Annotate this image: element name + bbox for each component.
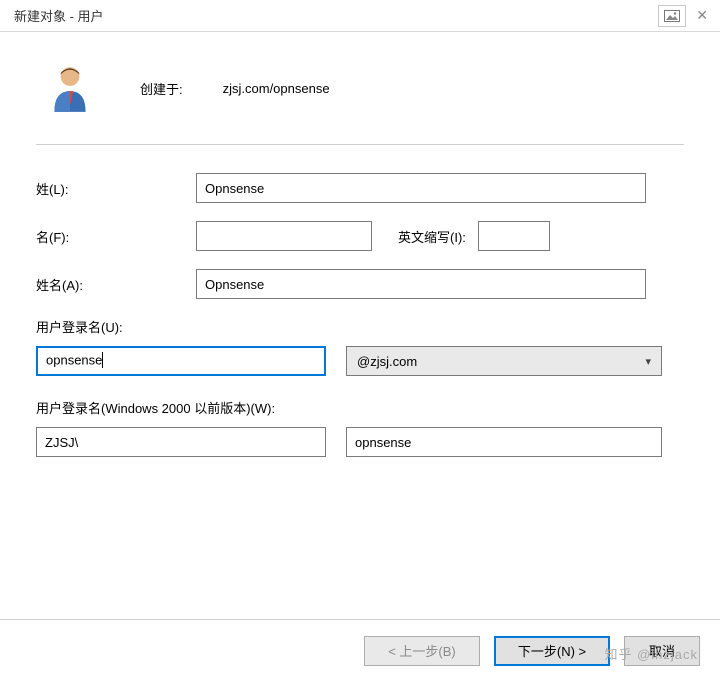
- fullname-input[interactable]: [196, 269, 646, 299]
- userlogon-label: 用户登录名(U):: [36, 317, 684, 336]
- pre2000-user-input[interactable]: [346, 427, 662, 457]
- titlebar-controls: ✕: [658, 5, 712, 27]
- fullname-label: 姓名(A):: [36, 275, 196, 294]
- userlogon-pre2000-label: 用户登录名(Windows 2000 以前版本)(W):: [36, 398, 684, 417]
- next-button[interactable]: 下一步(N) >: [494, 636, 610, 666]
- givenname-input[interactable]: [196, 221, 372, 251]
- row-userlogon-pre2000: [36, 427, 684, 457]
- button-bar: < 上一步(B) 下一步(N) > 取消: [0, 619, 720, 681]
- user-icon: [44, 62, 96, 114]
- initials-input[interactable]: [478, 221, 550, 251]
- dialog-content: 创建于: zjsj.com/opnsense 姓(L): 名(F): 英文缩写(…: [0, 32, 720, 489]
- domain-dropdown[interactable]: @zjsj.com ▾: [346, 346, 662, 376]
- cancel-button[interactable]: 取消: [624, 636, 700, 666]
- domain-selected: @zjsj.com: [357, 354, 417, 369]
- window-title: 新建对象 - 用户: [14, 6, 104, 25]
- row-fullname: 姓名(A):: [36, 269, 684, 299]
- row-givenname: 名(F): 英文缩写(I):: [36, 221, 684, 251]
- userlogon-input[interactable]: opnsense: [36, 346, 326, 376]
- close-icon[interactable]: ✕: [692, 7, 712, 24]
- form-area: 姓(L): 名(F): 英文缩写(I): 姓名(A): 用户登录名(U): op…: [36, 145, 684, 457]
- pre2000-domain-input[interactable]: [36, 427, 326, 457]
- surname-input[interactable]: [196, 173, 646, 203]
- created-in-path: zjsj.com/opnsense: [223, 81, 330, 96]
- userlogon-value: opnsense: [46, 352, 103, 370]
- back-button: < 上一步(B): [364, 636, 480, 666]
- row-surname: 姓(L):: [36, 173, 684, 203]
- image-placeholder-icon[interactable]: [658, 5, 686, 27]
- header-section: 创建于: zjsj.com/opnsense: [36, 62, 684, 145]
- created-in-label: 创建于:: [140, 79, 183, 98]
- surname-label: 姓(L):: [36, 179, 196, 198]
- row-userlogon: opnsense @zjsj.com ▾: [36, 346, 684, 376]
- titlebar: 新建对象 - 用户 ✕: [0, 0, 720, 32]
- givenname-label: 名(F):: [36, 227, 196, 246]
- initials-label: 英文缩写(I):: [398, 227, 466, 246]
- chevron-down-icon: ▾: [645, 355, 651, 368]
